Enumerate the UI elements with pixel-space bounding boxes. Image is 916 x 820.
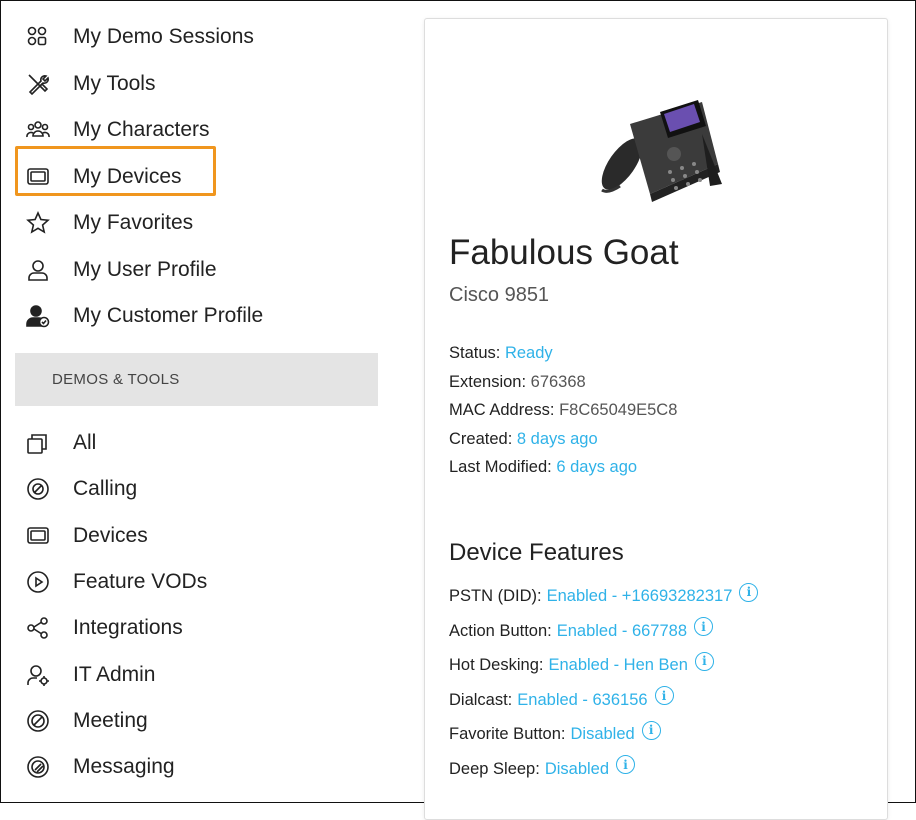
calling-icon <box>25 476 51 502</box>
sidebar-item-label: My Tools <box>73 71 156 95</box>
sidebar-item-label: My Favorites <box>73 211 194 235</box>
sidebar-item-label: My Devices <box>73 164 182 188</box>
play-icon <box>25 569 51 595</box>
user-icon <box>25 257 51 283</box>
category-item-label: Integrations <box>73 616 183 640</box>
mac-value: F8C65049E5C8 <box>559 401 678 419</box>
device-info: Status: Ready Extension: 676368 MAC Addr… <box>449 339 677 482</box>
feature-row-pstn: PSTN (DID): Enabled - +16693282317 i <box>449 579 759 614</box>
extension-value: 676368 <box>530 372 586 391</box>
category-item-it-admin[interactable]: IT Admin <box>15 651 380 697</box>
feature-value[interactable]: Disabled <box>545 752 609 787</box>
feature-row-favorite-button: Favorite Button: Disabled i <box>449 717 758 752</box>
feature-value[interactable]: Enabled - 667788 <box>557 614 687 649</box>
characters-icon <box>25 117 51 143</box>
desk-phone-image <box>601 100 722 202</box>
modified-value: 6 days ago <box>556 458 638 476</box>
category-item-label: Messaging <box>73 755 175 779</box>
category-item-label: Meeting <box>73 708 148 732</box>
info-icon[interactable]: i <box>641 720 661 740</box>
feature-row-deep-sleep: Deep Sleep: Disabled i <box>449 752 758 787</box>
status-row: Status: Ready <box>449 339 677 368</box>
modified-label: Last Modified: <box>449 458 552 476</box>
feature-label: Action Button: <box>449 621 552 640</box>
sidebar-item-label: My User Profile <box>73 257 217 281</box>
section-header: DEMOS & TOOLS <box>15 353 378 406</box>
sidebar-item-label: My Demo Sessions <box>73 25 254 49</box>
category-item-label: IT Admin <box>73 662 156 686</box>
category-item-label: All <box>73 431 97 455</box>
info-icon[interactable]: i <box>616 755 636 775</box>
device-icon <box>25 164 51 190</box>
meeting-icon <box>25 708 51 734</box>
sidebar-item-my-devices[interactable]: My Devices <box>15 154 380 201</box>
category-item-label: Calling <box>73 477 138 501</box>
created-label: Created: <box>449 429 513 448</box>
feature-value[interactable]: Enabled - 636156 <box>517 683 647 718</box>
messaging-icon <box>25 754 51 780</box>
extension-row: Extension: 676368 <box>449 368 677 397</box>
copy-icon <box>25 430 51 456</box>
sidebar-item-my-demo-sessions[interactable]: My Demo Sessions <box>15 14 380 61</box>
extension-label: Extension: <box>449 372 527 391</box>
mac-label: MAC Address: <box>449 401 555 419</box>
share-icon <box>25 615 51 641</box>
category-item-all[interactable]: All <box>15 420 380 466</box>
sidebar-item-label: My Customer Profile <box>73 304 264 328</box>
sidebar-item-my-user-profile[interactable]: My User Profile <box>15 247 380 294</box>
feature-label: Deep Sleep: <box>449 759 540 778</box>
device-card: Fabulous Goat Cisco 9851 Status: Ready E… <box>424 18 888 820</box>
sidebar-item-my-characters[interactable]: My Characters <box>15 107 380 154</box>
modified-row: Last Modified: 6 days ago <box>449 453 677 482</box>
category-item-label: Feature VODs <box>73 570 208 594</box>
created-row: Created: 8 days ago <box>449 425 677 454</box>
sidebar-item-label: My Characters <box>73 118 210 142</box>
category-item-feature-vods[interactable]: Feature VODs <box>15 559 380 605</box>
category-item-integrations[interactable]: Integrations <box>15 605 380 651</box>
category-item-label: Devices <box>73 523 148 547</box>
feature-label: Hot Desking: <box>449 656 544 674</box>
feature-label: Dialcast: <box>449 690 513 709</box>
feature-row-action-button: Action Button: Enabled - 667788 i <box>449 614 758 649</box>
feature-label: Favorite Button: <box>449 725 566 743</box>
category-list: All Calling Devices Feature VODs Integra… <box>15 420 380 790</box>
device-model: Cisco 9851 <box>449 284 550 306</box>
sidebar-item-my-favorites[interactable]: My Favorites <box>15 200 380 247</box>
sidebar: My Demo Sessions My Tools My Characters … <box>15 14 380 340</box>
info-icon[interactable]: i <box>694 617 714 637</box>
info-icon[interactable]: i <box>739 582 759 602</box>
customer-icon <box>25 303 51 329</box>
features-list: PSTN (DID): Enabled - +16693282317 i Act… <box>449 579 759 787</box>
star-icon <box>25 210 51 236</box>
feature-label: PSTN (DID): <box>449 587 542 605</box>
admin-icon <box>25 662 51 688</box>
mac-row: MAC Address: F8C65049E5C8 <box>449 396 677 425</box>
feature-value[interactable]: Disabled <box>570 717 634 752</box>
info-icon[interactable]: i <box>694 651 714 671</box>
features-title: Device Features <box>449 539 624 566</box>
status-label: Status: <box>449 344 501 362</box>
created-value: 8 days ago <box>516 429 598 448</box>
tools-icon <box>25 71 51 97</box>
feature-value[interactable]: Enabled - +16693282317 <box>547 579 733 614</box>
category-item-messaging[interactable]: Messaging <box>15 744 380 790</box>
grid-icon <box>25 24 51 50</box>
status-value: Ready <box>504 344 553 362</box>
category-item-meeting[interactable]: Meeting <box>15 698 380 744</box>
category-item-devices[interactable]: Devices <box>15 513 380 559</box>
feature-row-hot-desking: Hot Desking: Enabled - Hen Ben i <box>449 648 758 683</box>
feature-value[interactable]: Enabled - Hen Ben <box>548 648 687 683</box>
info-icon[interactable]: i <box>654 686 674 706</box>
device-name: Fabulous Goat <box>449 233 679 272</box>
sidebar-item-my-tools[interactable]: My Tools <box>15 61 380 108</box>
category-item-calling[interactable]: Calling <box>15 466 380 512</box>
sidebar-item-my-customer-profile[interactable]: My Customer Profile <box>15 293 380 340</box>
device-icon <box>25 523 51 549</box>
feature-row-dialcast: Dialcast: Enabled - 636156 i <box>449 683 758 718</box>
